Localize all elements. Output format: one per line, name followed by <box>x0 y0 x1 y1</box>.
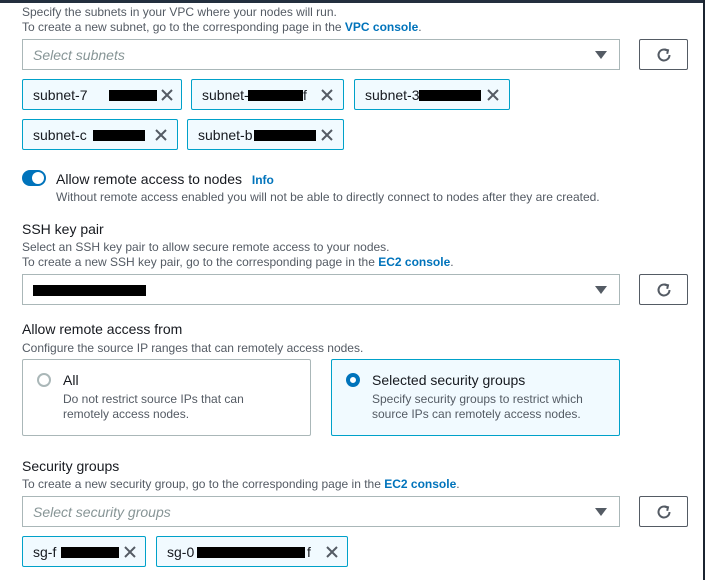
subnets-help: To create a new subnet, go to the corres… <box>22 20 422 34</box>
remote-access-label: Allow remote access to nodes Info <box>56 171 274 187</box>
caret-down-icon <box>595 286 607 294</box>
ssh-refresh-button[interactable] <box>639 274 688 305</box>
close-icon[interactable] <box>153 127 169 143</box>
security-groups-select[interactable]: Select security groups <box>22 496 620 527</box>
caret-down-icon <box>595 508 607 516</box>
security-groups-refresh-button[interactable] <box>639 496 688 527</box>
redaction <box>254 130 316 141</box>
ec2-console-link[interactable]: EC2 console <box>378 255 450 269</box>
ssh-description: Select an SSH key pair to allow secure r… <box>22 240 390 254</box>
redaction <box>197 547 305 558</box>
caret-down-icon <box>595 51 607 59</box>
subnets-refresh-button[interactable] <box>639 39 688 70</box>
close-icon[interactable] <box>159 87 175 103</box>
access-from-description: Configure the source IP ranges that can … <box>22 341 364 355</box>
vpc-console-link[interactable]: VPC console <box>345 20 418 34</box>
close-icon[interactable] <box>319 127 335 143</box>
redaction <box>61 547 119 558</box>
subnets-select[interactable]: Select subnets <box>22 39 620 70</box>
subnet-token: subnet-3 <box>354 79 510 110</box>
top-border <box>0 0 705 3</box>
subnet-token: subnet-c <box>22 119 178 150</box>
redaction <box>33 285 146 296</box>
security-groups-help: To create a new security group, go to th… <box>22 477 460 491</box>
security-group-token: sg-f <box>22 536 146 567</box>
radio-button[interactable] <box>37 373 51 387</box>
access-option-selected-security-groups[interactable]: Selected security groups Specify securit… <box>331 359 620 436</box>
subnet-token: subnet- f <box>191 79 344 110</box>
close-icon[interactable] <box>122 544 138 560</box>
redaction <box>248 90 303 101</box>
ssh-key-pair-label: SSH key pair <box>22 221 104 237</box>
security-group-token: sg-0 f <box>156 536 348 567</box>
redaction <box>93 130 145 141</box>
refresh-icon <box>657 283 671 297</box>
redaction <box>419 90 481 101</box>
redaction <box>109 90 157 101</box>
security-groups-label: Security groups <box>22 458 120 474</box>
ssh-help: To create a new SSH key pair, go to the … <box>22 255 454 269</box>
ssh-key-pair-select[interactable] <box>22 274 620 305</box>
ec2-console-link[interactable]: EC2 console <box>384 477 456 491</box>
close-icon[interactable] <box>319 87 335 103</box>
close-icon[interactable] <box>485 87 501 103</box>
remote-access-description: Without remote access enabled you will n… <box>56 190 600 204</box>
security-groups-placeholder: Select security groups <box>33 504 171 520</box>
subnet-token: subnet-7 <box>22 79 182 110</box>
refresh-icon <box>657 505 671 519</box>
radio-button[interactable] <box>346 373 360 387</box>
info-link[interactable]: Info <box>252 173 274 187</box>
close-icon[interactable] <box>324 544 340 560</box>
access-from-label: Allow remote access from <box>22 321 183 337</box>
toggle-knob <box>32 172 44 184</box>
subnets-placeholder: Select subnets <box>33 47 125 63</box>
subnets-description: Specify the subnets in your VPC where yo… <box>22 5 337 19</box>
remote-access-toggle[interactable] <box>22 170 46 186</box>
access-option-all[interactable]: All Do not restrict source IPs that can … <box>22 359 311 436</box>
subnet-token: subnet-b <box>187 119 344 150</box>
refresh-icon <box>657 48 671 62</box>
